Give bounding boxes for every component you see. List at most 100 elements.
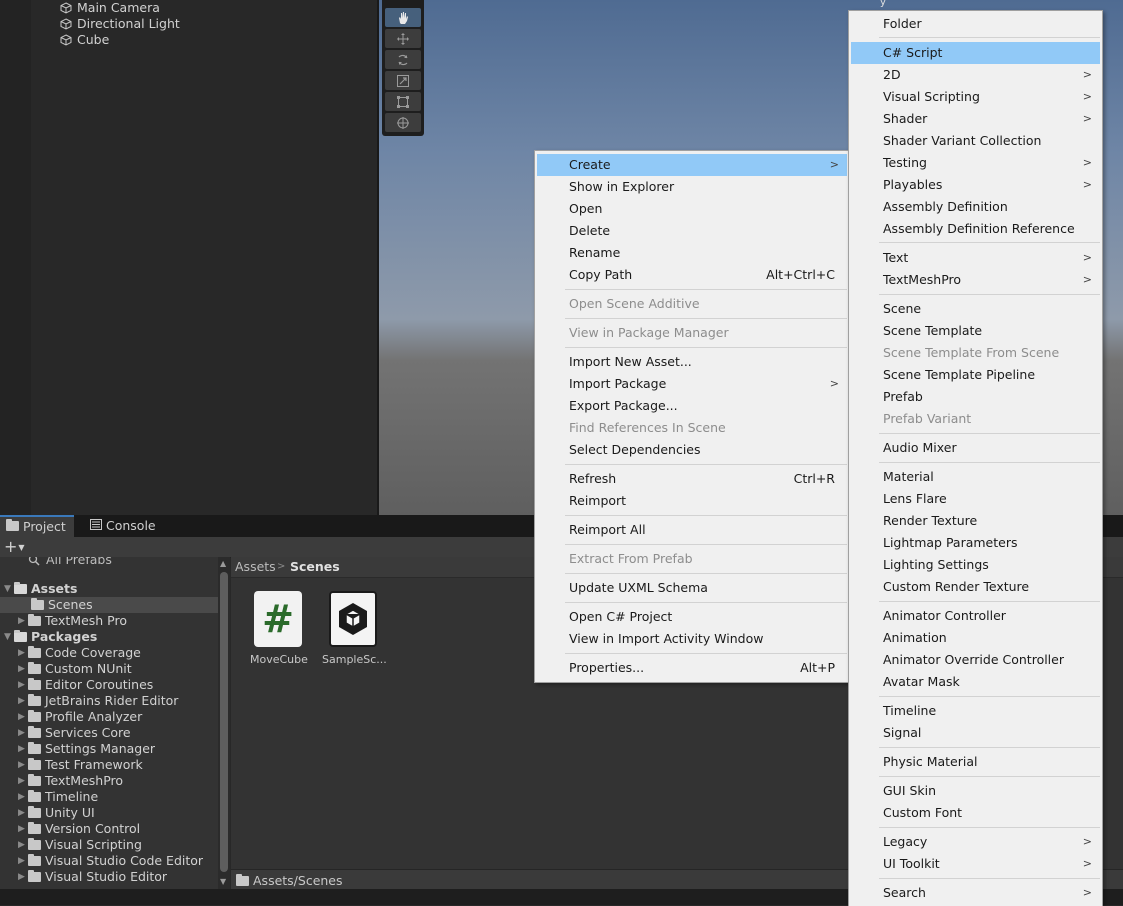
- menu-item-lens-flare[interactable]: Lens Flare: [851, 488, 1100, 510]
- menu-item-prefab[interactable]: Prefab: [851, 386, 1100, 408]
- move-tool-button[interactable]: [385, 29, 421, 48]
- hierarchy-item-main-camera[interactable]: Main Camera: [60, 0, 160, 16]
- expand-triangle-icon[interactable]: ▶: [18, 613, 28, 629]
- tree-item-package[interactable]: ▶ JetBrains Rider Editor: [18, 693, 178, 709]
- tree-item-package[interactable]: ▶ Code Coverage: [18, 645, 141, 661]
- favorites-all-prefabs[interactable]: All Prefabs: [28, 557, 112, 568]
- expand-triangle-icon[interactable]: ▶: [18, 837, 28, 853]
- menu-item-delete[interactable]: Delete: [537, 220, 847, 242]
- expand-triangle-icon[interactable]: ▶: [18, 741, 28, 757]
- menu-item-open[interactable]: Open: [537, 198, 847, 220]
- menu-item-render-texture[interactable]: Render Texture: [851, 510, 1100, 532]
- asset-movecube[interactable]: # MoveCube: [250, 591, 308, 666]
- expand-triangle-icon[interactable]: ▶: [18, 709, 28, 725]
- tree-item-package[interactable]: ▶ Editor Coroutines: [18, 677, 153, 693]
- tree-item-package[interactable]: ▶ Test Framework: [18, 757, 143, 773]
- create-dropdown-button[interactable]: +▼: [4, 538, 32, 556]
- expand-triangle-icon[interactable]: ▶: [18, 693, 28, 709]
- tab-project[interactable]: Project: [0, 515, 74, 537]
- menu-item-prefab-variant[interactable]: Prefab Variant: [851, 408, 1100, 430]
- expand-triangle-icon[interactable]: ▶: [18, 821, 28, 837]
- expand-triangle-icon[interactable]: ▶: [18, 725, 28, 741]
- expand-triangle-icon[interactable]: ▶: [18, 805, 28, 821]
- menu-item-animator-override-controller[interactable]: Animator Override Controller: [851, 649, 1100, 671]
- menu-item-shader-variant-collection[interactable]: Shader Variant Collection: [851, 130, 1100, 152]
- menu-item-import-new-asset[interactable]: Import New Asset...: [537, 351, 847, 373]
- rotate-tool-button[interactable]: [385, 50, 421, 69]
- menu-item-2d[interactable]: 2D >: [851, 64, 1100, 86]
- menu-item-custom-render-texture[interactable]: Custom Render Texture: [851, 576, 1100, 598]
- hand-tool-button[interactable]: [385, 8, 421, 27]
- tree-item-assets[interactable]: ▼ Assets: [4, 581, 77, 597]
- menu-item-scene-template-from-scene[interactable]: Scene Template From Scene: [851, 342, 1100, 364]
- menu-item-playables[interactable]: Playables >: [851, 174, 1100, 196]
- expand-triangle-icon[interactable]: ▶: [18, 853, 28, 869]
- tree-item-package[interactable]: ▶ Version Control: [18, 821, 140, 837]
- menu-item-extract-from-prefab[interactable]: Extract From Prefab: [537, 548, 847, 570]
- expand-triangle-icon[interactable]: ▼: [4, 581, 14, 597]
- tab-console[interactable]: Console: [84, 515, 164, 537]
- menu-item-open-csharp-project[interactable]: Open C# Project: [537, 606, 847, 628]
- menu-item-rename[interactable]: Rename: [537, 242, 847, 264]
- tree-scrollbar-thumb[interactable]: [220, 572, 228, 872]
- menu-item-folder[interactable]: Folder: [851, 13, 1100, 35]
- rect-tool-button[interactable]: [385, 92, 421, 111]
- menu-item-search[interactable]: Search >: [851, 882, 1100, 904]
- menu-item-scene[interactable]: Scene: [851, 298, 1100, 320]
- menu-item-open-scene-additive[interactable]: Open Scene Additive: [537, 293, 847, 315]
- transform-tool-button[interactable]: [385, 113, 421, 132]
- menu-item-copy-path[interactable]: Copy Path Alt+Ctrl+C: [537, 264, 847, 286]
- hierarchy-item-cube[interactable]: Cube: [60, 32, 109, 48]
- menu-item-reimport-all[interactable]: Reimport All: [537, 519, 847, 541]
- menu-item-gui-skin[interactable]: GUI Skin: [851, 780, 1100, 802]
- menu-item-animator-controller[interactable]: Animator Controller: [851, 605, 1100, 627]
- panel-divider[interactable]: [377, 0, 379, 515]
- menu-item-text[interactable]: Text >: [851, 247, 1100, 269]
- menu-item-lightmap-parameters[interactable]: Lightmap Parameters: [851, 532, 1100, 554]
- menu-item-signal[interactable]: Signal: [851, 722, 1100, 744]
- menu-item-physic-material[interactable]: Physic Material: [851, 751, 1100, 773]
- expand-triangle-icon[interactable]: ▶: [18, 869, 28, 885]
- menu-item-find-references-in-scene[interactable]: Find References In Scene: [537, 417, 847, 439]
- expand-triangle-icon[interactable]: ▶: [18, 757, 28, 773]
- menu-item-assembly-definition-reference[interactable]: Assembly Definition Reference: [851, 218, 1100, 240]
- expand-triangle-icon[interactable]: ▶: [18, 773, 28, 789]
- tree-item-package[interactable]: ▶ Profile Analyzer: [18, 709, 142, 725]
- tree-item-package[interactable]: ▶ Unity UI: [18, 805, 95, 821]
- menu-item-view-in-import-activity[interactable]: View in Import Activity Window: [537, 628, 847, 650]
- expand-triangle-icon[interactable]: ▶: [18, 645, 28, 661]
- menu-item-audio-mixer[interactable]: Audio Mixer: [851, 437, 1100, 459]
- menu-item-scene-template[interactable]: Scene Template: [851, 320, 1100, 342]
- tree-item-package[interactable]: ▶ Services Core: [18, 725, 131, 741]
- menu-item-textmeshpro[interactable]: TextMeshPro >: [851, 269, 1100, 291]
- menu-item-ui-toolkit[interactable]: UI Toolkit >: [851, 853, 1100, 875]
- menu-item-update-uxml-schema[interactable]: Update UXML Schema: [537, 577, 847, 599]
- menu-item-view-in-package-manager[interactable]: View in Package Manager: [537, 322, 847, 344]
- scroll-up-icon[interactable]: ▲: [220, 559, 226, 568]
- menu-item-visual-scripting[interactable]: Visual Scripting >: [851, 86, 1100, 108]
- asset-samplescene[interactable]: SampleSc...: [322, 591, 387, 666]
- expand-triangle-icon[interactable]: ▶: [18, 677, 28, 693]
- expand-triangle-icon[interactable]: ▶: [18, 661, 28, 677]
- tree-item-package[interactable]: ▶ Settings Manager: [18, 741, 155, 757]
- menu-item-animation[interactable]: Animation: [851, 627, 1100, 649]
- tree-item-packages[interactable]: ▼ Packages: [4, 629, 97, 645]
- menu-item-refresh[interactable]: Refresh Ctrl+R: [537, 468, 847, 490]
- tree-item-package[interactable]: ▶ Visual Scripting: [18, 837, 142, 853]
- menu-item-select-dependencies[interactable]: Select Dependencies: [537, 439, 847, 461]
- breadcrumb-scenes[interactable]: Scenes: [290, 557, 340, 577]
- scale-tool-button[interactable]: [385, 71, 421, 90]
- expand-triangle-icon[interactable]: ▶: [18, 789, 28, 805]
- menu-item-create[interactable]: Create >: [537, 154, 847, 176]
- hierarchy-item-directional-light[interactable]: Directional Light: [60, 16, 180, 32]
- tree-item-package[interactable]: ▶ Timeline: [18, 789, 98, 805]
- tree-item-package[interactable]: ▶ Custom NUnit: [18, 661, 132, 677]
- breadcrumb-assets[interactable]: Assets: [235, 557, 276, 577]
- tree-item-package[interactable]: ▶ Visual Studio Code Editor: [18, 853, 203, 869]
- scene-gizmo-axis-label[interactable]: y: [880, 0, 892, 9]
- menu-item-csharp-script[interactable]: C# Script: [851, 42, 1100, 64]
- menu-item-scene-template-pipeline[interactable]: Scene Template Pipeline: [851, 364, 1100, 386]
- menu-item-timeline[interactable]: Timeline: [851, 700, 1100, 722]
- tree-item-textmesh-pro[interactable]: ▶ TextMesh Pro: [18, 613, 127, 629]
- menu-item-legacy[interactable]: Legacy >: [851, 831, 1100, 853]
